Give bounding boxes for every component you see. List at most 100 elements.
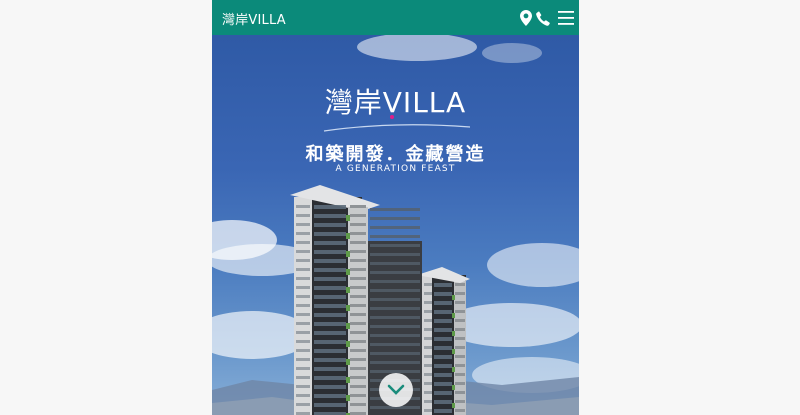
- window-band: [314, 313, 346, 317]
- window-band: [434, 373, 452, 377]
- window-band: [424, 346, 432, 349]
- window-band: [455, 391, 465, 394]
- window-band: [434, 310, 452, 314]
- window-band: [370, 262, 420, 265]
- scroll-down-button[interactable]: [379, 373, 413, 407]
- logo-swoosh: [323, 124, 471, 132]
- window-band: [452, 331, 455, 336]
- window-band: [296, 250, 310, 253]
- window-band: [455, 292, 465, 295]
- window-band: [296, 340, 310, 343]
- window-band: [424, 373, 432, 376]
- window-band: [455, 355, 465, 358]
- developer-subtitle: 和築開發．金藏營造: [305, 144, 486, 165]
- header-logo[interactable]: 灣岸VILLA: [222, 9, 286, 28]
- window-band: [350, 277, 366, 280]
- window-band: [350, 322, 366, 325]
- window-band: [434, 400, 452, 404]
- window-band: [346, 305, 350, 311]
- window-band: [370, 289, 420, 292]
- window-band: [370, 271, 420, 274]
- window-band: [296, 331, 310, 334]
- window-band: [296, 322, 310, 325]
- window-band: [370, 280, 420, 283]
- mobile-viewport: 灣岸VILLA 灣岸VILLA 和築開發．金藏營造 A GENERATION F…: [212, 0, 579, 415]
- window-band: [424, 301, 432, 304]
- window-band: [296, 376, 310, 379]
- window-band: [424, 382, 432, 385]
- window-band: [350, 403, 366, 406]
- window-band: [296, 205, 310, 208]
- window-band: [455, 337, 465, 340]
- window-band: [455, 382, 465, 385]
- window-band: [314, 241, 346, 245]
- window-band: [452, 313, 455, 318]
- window-band: [350, 331, 366, 334]
- window-band: [314, 394, 346, 398]
- window-band: [296, 394, 310, 397]
- window-band: [296, 268, 310, 271]
- window-band: [452, 367, 455, 372]
- window-band: [455, 301, 465, 304]
- window-band: [346, 323, 350, 329]
- window-band: [434, 301, 452, 305]
- phone-icon[interactable]: [533, 8, 553, 28]
- window-band: [434, 328, 452, 332]
- window-band: [455, 346, 465, 349]
- window-band: [424, 310, 432, 313]
- window-band: [314, 403, 346, 407]
- window-band: [370, 343, 420, 346]
- window-band: [346, 341, 350, 347]
- window-band: [370, 226, 420, 229]
- window-band: [455, 319, 465, 322]
- window-band: [314, 376, 346, 380]
- window-band: [314, 232, 346, 236]
- window-band: [452, 385, 455, 390]
- window-band: [314, 358, 346, 362]
- window-band: [346, 251, 350, 257]
- window-band: [434, 292, 452, 296]
- window-band: [350, 259, 366, 262]
- window-band: [424, 319, 432, 322]
- window-band: [370, 217, 420, 220]
- window-band: [314, 349, 346, 353]
- window-band: [370, 253, 420, 256]
- window-band: [424, 292, 432, 295]
- window-band: [370, 352, 420, 355]
- window-band: [314, 277, 346, 281]
- window-band: [434, 355, 452, 359]
- menu-icon[interactable]: [556, 8, 576, 28]
- window-band: [424, 337, 432, 340]
- window-band: [434, 337, 452, 341]
- window-band: [350, 250, 366, 253]
- window-band: [434, 283, 452, 287]
- window-band: [455, 283, 465, 286]
- logo-accent-dot: [390, 115, 394, 119]
- window-band: [434, 346, 452, 350]
- window-band: [350, 358, 366, 361]
- window-band: [314, 304, 346, 308]
- window-band: [434, 319, 452, 323]
- window-band: [296, 304, 310, 307]
- window-band: [350, 313, 366, 316]
- window-band: [314, 205, 346, 209]
- window-band: [314, 286, 346, 290]
- window-band: [314, 385, 346, 389]
- window-band: [424, 328, 432, 331]
- window-band: [314, 223, 346, 227]
- window-band: [346, 359, 350, 365]
- window-band: [350, 232, 366, 235]
- window-band: [314, 322, 346, 326]
- window-band: [346, 269, 350, 275]
- window-band: [350, 340, 366, 343]
- window-band: [296, 214, 310, 217]
- window-band: [296, 241, 310, 244]
- hero-tagline: A GENERATION FEAST: [335, 164, 456, 174]
- window-band: [350, 394, 366, 397]
- window-band: [346, 287, 350, 293]
- window-band: [314, 331, 346, 335]
- window-band: [370, 334, 420, 337]
- window-band: [370, 316, 420, 319]
- window-band: [314, 295, 346, 299]
- window-band: [370, 361, 420, 364]
